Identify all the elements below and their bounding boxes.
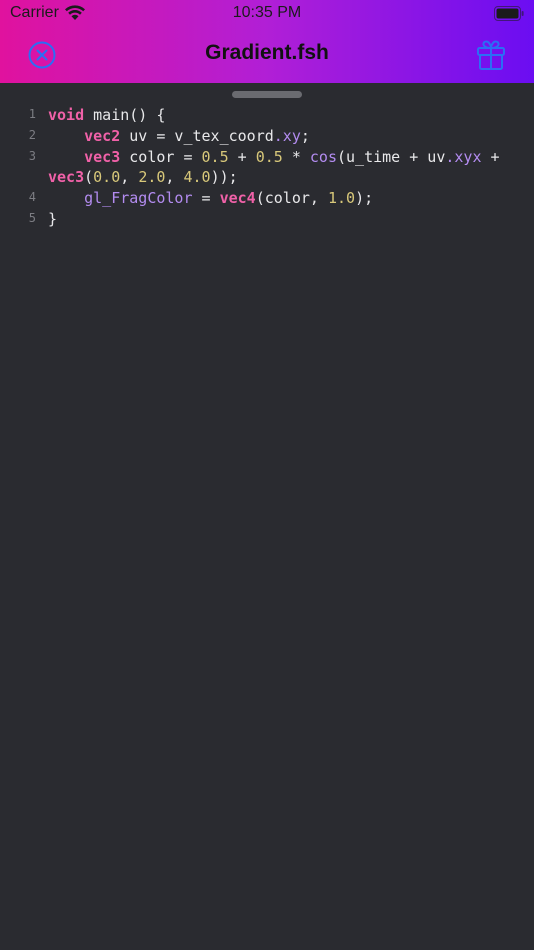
- code-token: ,: [165, 168, 184, 186]
- code-token: (u_time + uv: [337, 148, 446, 166]
- code-token: 1.0: [327, 189, 356, 207]
- code-token: ,: [120, 168, 139, 186]
- code-token: 0.5: [255, 148, 283, 166]
- code-line[interactable]: 1 void main() {: [0, 105, 534, 126]
- line-number: 2: [28, 128, 36, 142]
- code-token: vec3: [48, 168, 85, 186]
- code-text: void main() {: [48, 105, 165, 126]
- code-token: color =: [120, 148, 202, 166]
- code-token: *: [282, 148, 310, 166]
- code-token: vec4: [219, 189, 256, 207]
- code-token: (: [84, 168, 94, 186]
- code-editor[interactable]: 1 void main() {2 vec2 uv = v_tex_coord.xy…: [0, 105, 534, 950]
- code-line[interactable]: 5}: [0, 209, 534, 230]
- line-number: 1: [28, 107, 36, 121]
- code-line[interactable]: vec3(0.0, 2.0, 4.0));: [0, 167, 534, 188]
- code-token: void: [48, 106, 85, 124]
- code-token: +: [481, 148, 500, 166]
- navigation-bar: Gradient.fsh: [0, 28, 534, 83]
- status-time: 10:35 PM: [232, 4, 302, 21]
- code-token: }: [48, 210, 58, 228]
- code-token: vec2: [84, 127, 121, 145]
- code-token: main() {: [84, 106, 166, 124]
- code-text: vec3(0.0, 2.0, 4.0));: [48, 167, 238, 188]
- code-token: (color,: [255, 189, 328, 207]
- code-token: );: [355, 189, 374, 207]
- line-number: 4: [28, 190, 36, 204]
- gift-icon[interactable]: [476, 39, 506, 71]
- code-token: 2.0: [138, 168, 166, 186]
- code-token: .xyx: [445, 148, 482, 166]
- code-token: =: [192, 189, 220, 207]
- code-token: +: [228, 148, 256, 166]
- code-token: vec3: [84, 148, 121, 166]
- code-token: cos: [309, 148, 337, 166]
- code-line[interactable]: 2 vec2 uv = v_tex_coord.xy;: [0, 126, 534, 147]
- line-number: 3: [28, 149, 36, 163]
- code-token: 0.0: [93, 168, 121, 186]
- battery-icon: [494, 6, 524, 21]
- code-text: vec2 uv = v_tex_coord.xy;: [48, 126, 310, 147]
- page-title: Gradient.fsh: [205, 41, 329, 64]
- code-text: gl_FragColor = vec4(color, 1.0);: [48, 188, 373, 209]
- code-token: 4.0: [183, 168, 211, 186]
- line-number: 5: [28, 211, 36, 225]
- code-token: 0.5: [201, 148, 229, 166]
- code-text: }: [48, 209, 57, 230]
- code-token: ;: [300, 127, 310, 145]
- code-token: .xy: [273, 127, 301, 145]
- status-bar: Carrier 10:35 PM: [0, 0, 534, 28]
- code-token: uv = v_tex_coord: [120, 127, 274, 145]
- code-token: gl_FragColor: [84, 189, 193, 207]
- code-line[interactable]: 4 gl_FragColor = vec4(color, 1.0);: [0, 188, 534, 209]
- code-line[interactable]: 3 vec3 color = 0.5 + 0.5 * cos(u_time + …: [0, 147, 534, 168]
- sheet-grabber-handle[interactable]: [232, 91, 302, 98]
- code-token: ));: [210, 168, 238, 186]
- code-text: vec3 color = 0.5 + 0.5 * cos(u_time + uv…: [48, 147, 500, 168]
- header: Carrier 10:35 PM Gradient.fsh: [0, 0, 534, 83]
